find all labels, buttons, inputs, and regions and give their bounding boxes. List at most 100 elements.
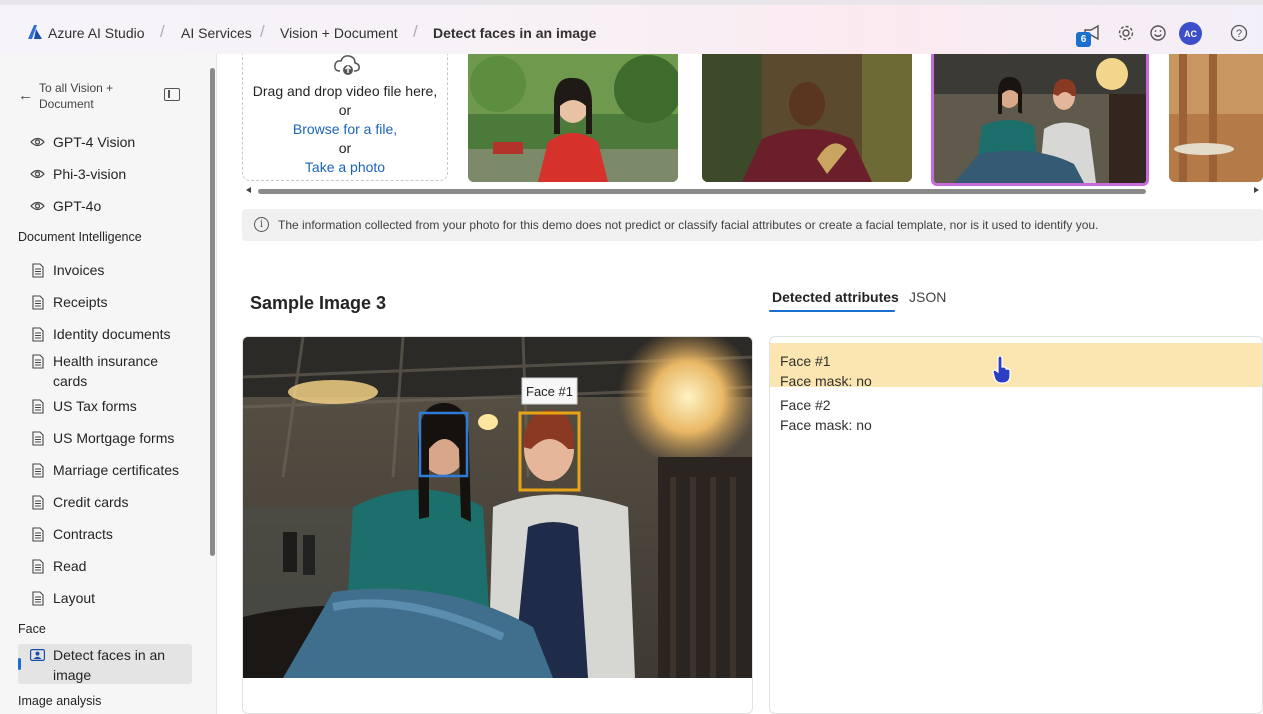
user-avatar[interactable]: AC: [1179, 22, 1202, 45]
breadcrumb-ai-services[interactable]: AI Services: [181, 25, 252, 41]
sidebar-item-label: Marriage certificates: [53, 462, 180, 478]
sample-photo-two-women: [934, 54, 1146, 183]
face-name: Face #2: [780, 397, 831, 413]
back-label: To all Vision + Document: [39, 81, 114, 111]
help-button[interactable]: ?: [1229, 23, 1249, 43]
drag-drop-text: Drag and drop video file here,: [252, 83, 438, 99]
breadcrumb-current-page: Detect faces in an image: [433, 25, 597, 41]
thumbnail-horizontal-scroll-thumb[interactable]: [258, 189, 1146, 194]
info-icon: i: [254, 217, 269, 232]
vision-eye-icon: [30, 164, 45, 184]
scroll-right-arrow-icon[interactable]: [1254, 187, 1259, 193]
breadcrumb-separator: /: [260, 22, 265, 41]
collapse-sidebar-icon[interactable]: [164, 88, 180, 101]
take-photo-link[interactable]: Take a photo: [243, 158, 447, 177]
top-header: Azure AI Studio / AI Services / Vision +…: [0, 0, 1263, 54]
face-mask-value: Face mask: no: [780, 417, 872, 433]
sidebar-item-contracts[interactable]: Contracts: [30, 524, 205, 544]
sidebar-item-label: Health insurance cards: [53, 353, 159, 389]
sidebar-item-gpt4-vision[interactable]: GPT-4 Vision: [30, 132, 135, 152]
sidebar-item-label: US Tax forms: [53, 398, 137, 414]
sidebar-item-layout[interactable]: Layout: [30, 588, 205, 608]
upload-dropzone[interactable]: Drag and drop video file here, or Browse…: [242, 54, 448, 181]
sidebar-item-invoices[interactable]: Invoices: [30, 260, 205, 280]
sidebar-item-marriage-certificates[interactable]: Marriage certificates: [30, 460, 180, 480]
vision-eye-icon: [30, 196, 45, 216]
sidebar-item-health-insurance-cards[interactable]: Health insurance cards: [30, 351, 180, 391]
sidebar-item-credit-cards[interactable]: Credit cards: [30, 492, 205, 512]
smiley-icon: [1150, 25, 1166, 41]
sidebar-item-gpt4o[interactable]: GPT-4o: [30, 196, 101, 216]
left-nav-sidebar: ← To all Vision + Document GPT-4 Vision …: [0, 54, 217, 714]
section-heading-image-analysis: Image analysis: [18, 694, 102, 708]
analyzed-image-card: Face #1: [242, 336, 753, 714]
azure-logo-icon: [28, 25, 42, 39]
sidebar-scroll-thumb[interactable]: [210, 68, 215, 556]
document-icon: [30, 492, 45, 512]
sidebar-item-label: Receipts: [53, 294, 108, 310]
sidebar-item-label: Detect faces in an image: [53, 647, 166, 683]
sidebar-item-label: Contracts: [53, 526, 113, 542]
sidebar-item-phi3-vision[interactable]: Phi-3-vision: [30, 164, 126, 184]
sample-photo-woman-red: [468, 54, 678, 182]
document-icon: [30, 396, 45, 416]
browse-file-link[interactable]: Browse for a file,: [243, 120, 447, 139]
document-icon: [30, 460, 45, 480]
gear-icon: [1118, 25, 1134, 41]
document-icon: [30, 324, 45, 344]
sidebar-item-receipts[interactable]: Receipts: [30, 292, 205, 312]
breadcrumb-separator: /: [160, 22, 165, 41]
sidebar-item-identity-documents[interactable]: Identity documents: [30, 324, 205, 344]
sample-image-thumbnail-3-selected[interactable]: [931, 54, 1149, 186]
feedback-button[interactable]: [1148, 23, 1168, 43]
sidebar-item-label: GPT-4o: [53, 198, 102, 214]
sample-photo-man: [702, 54, 912, 182]
sample-image-thumbnail-4[interactable]: [1169, 54, 1263, 182]
hand-pointer-cursor-icon: [992, 356, 1011, 384]
breadcrumb-separator: /: [413, 22, 418, 41]
tab-json[interactable]: JSON: [909, 289, 946, 305]
notification-count-badge: 6: [1076, 32, 1091, 47]
sample-image-thumbnail-2[interactable]: [702, 54, 912, 182]
scroll-left-arrow-icon[interactable]: [246, 187, 251, 193]
face-card-icon: [30, 645, 45, 665]
face-result-1[interactable]: Face #1 Face mask: no: [770, 343, 1262, 389]
svg-text:?: ?: [1236, 28, 1242, 40]
help-icon: ?: [1230, 24, 1248, 42]
sidebar-item-detect-faces[interactable]: Detect faces in an image: [30, 645, 180, 685]
detected-attributes-panel: Face #1 Face mask: no Face #2 Face mask:…: [769, 336, 1263, 714]
sidebar-item-label: Credit cards: [53, 494, 129, 510]
document-icon: [30, 260, 45, 280]
sidebar-item-label: GPT-4 Vision: [53, 134, 136, 150]
sample-image-title: Sample Image 3: [250, 293, 387, 313]
sidebar-item-us-mortgage-forms[interactable]: US Mortgage forms: [30, 428, 205, 448]
section-heading-face: Face: [18, 622, 46, 636]
sample-photo-partial: [1169, 54, 1263, 182]
sidebar-item-label: Read: [53, 558, 87, 574]
selected-indicator: [18, 658, 21, 670]
sidebar-item-label: Invoices: [53, 262, 105, 278]
cloud-upload-icon: [334, 55, 360, 75]
sidebar-item-read[interactable]: Read: [30, 556, 205, 576]
privacy-info-text: The information collected from your phot…: [278, 218, 1099, 232]
sidebar-item-label: US Mortgage forms: [53, 430, 175, 446]
analyzed-sample-photo: [243, 337, 752, 678]
or-text: or: [338, 102, 352, 118]
arrow-left-icon: ←: [18, 87, 33, 104]
document-icon: [30, 524, 45, 544]
or-text: or: [338, 140, 352, 156]
app-title[interactable]: Azure AI Studio: [48, 25, 145, 41]
sidebar-item-label: Identity documents: [53, 326, 171, 342]
section-heading-document-intelligence: Document Intelligence: [18, 230, 142, 244]
privacy-info-banner: i The information collected from your ph…: [242, 209, 1263, 241]
breadcrumb-vision-document[interactable]: Vision + Document: [280, 25, 398, 41]
sidebar-item-us-tax-forms[interactable]: US Tax forms: [30, 396, 205, 416]
main-content: Drag and drop video file here, or Browse…: [218, 54, 1263, 714]
sample-image-thumbnail-1[interactable]: [468, 54, 678, 182]
tab-detected-attributes[interactable]: Detected attributes: [772, 289, 899, 305]
settings-button[interactable]: [1116, 23, 1136, 43]
face-result-2[interactable]: Face #2 Face mask: no: [770, 387, 1262, 433]
document-icon: [30, 556, 45, 576]
sidebar-item-label: Layout: [53, 590, 96, 606]
face-name: Face #1: [780, 353, 831, 369]
